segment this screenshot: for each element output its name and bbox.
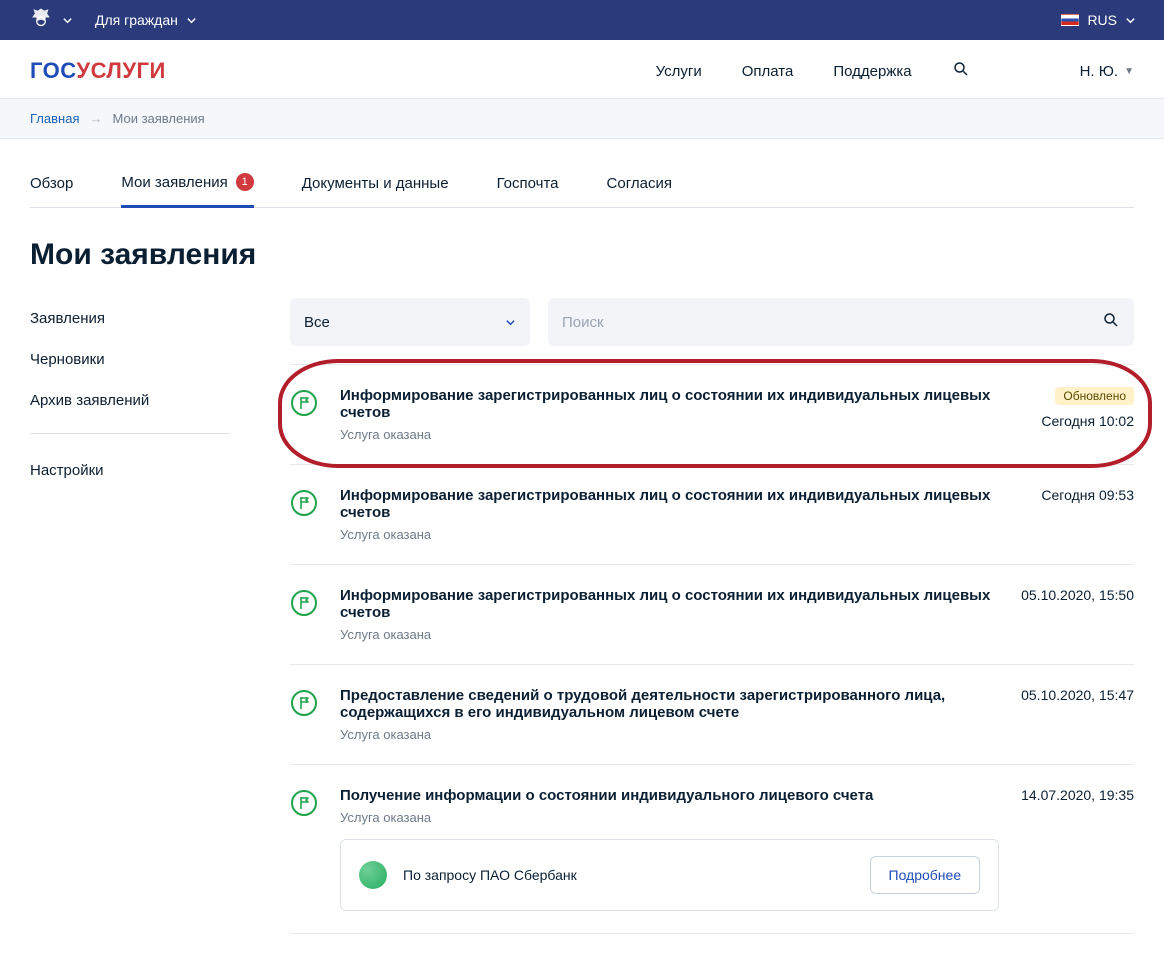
tabs: Обзор Мои заявления 1 Документы и данные… — [30, 161, 1134, 208]
tab-applications[interactable]: Мои заявления 1 — [121, 161, 253, 208]
search-icon[interactable] — [952, 60, 970, 82]
row-time: 14.07.2020, 19:35 — [1021, 787, 1134, 803]
row-status: Услуга оказана — [340, 627, 999, 642]
tab-applications-badge: 1 — [236, 173, 254, 191]
logo[interactable]: ГОСУСЛУГИ — [30, 58, 166, 84]
audience-dropdown[interactable]: Для граждан — [95, 12, 197, 28]
row-status: Услуга оказана — [340, 727, 999, 742]
row-title: Получение информации о состоянии индивид… — [340, 787, 999, 804]
page-title: Мои заявления — [18, 238, 1146, 272]
sidebar-archive[interactable]: Архив заявлений — [30, 380, 230, 421]
sberbank-icon — [359, 861, 387, 889]
user-short-name: Н. Ю. — [1080, 63, 1119, 80]
row-title: Информирование зарегистрированных лиц о … — [340, 487, 1019, 521]
tab-gosmail[interactable]: Госпочта — [497, 161, 559, 207]
nav-support[interactable]: Поддержка — [833, 63, 911, 80]
sidebar-applications[interactable]: Заявления — [30, 298, 230, 339]
sidebar-drafts[interactable]: Черновики — [30, 339, 230, 380]
nav-services[interactable]: Услуги — [656, 63, 702, 80]
gov-emblem-menu[interactable] — [28, 6, 73, 35]
row-body: Предоставление сведений о трудовой деяте… — [340, 687, 999, 742]
row-time: Сегодня 10:02 — [1041, 413, 1134, 429]
row-title: Информирование зарегистрированных лиц о … — [340, 387, 1019, 421]
chevron-down-icon — [62, 15, 73, 26]
search-input[interactable] — [562, 314, 1102, 331]
site-header: ГОСУСЛУГИ Услуги Оплата Поддержка Н. Ю. … — [0, 40, 1164, 99]
row-body: Информирование зарегистрированных лиц о … — [340, 387, 1019, 442]
application-row[interactable]: Предоставление сведений о трудовой деяте… — [290, 665, 1134, 765]
search-box — [548, 298, 1134, 346]
status-flag-icon — [290, 689, 318, 717]
row-meta: 05.10.2020, 15:50 — [1021, 587, 1134, 642]
chevron-down-icon — [186, 15, 197, 26]
emblem-icon — [28, 6, 54, 35]
breadcrumb-current: Мои заявления — [112, 111, 204, 126]
application-row[interactable]: Информирование зарегистрированных лиц о … — [290, 565, 1134, 665]
tab-documents-label: Документы и данные — [302, 175, 449, 192]
breadcrumb-arrow-icon: → — [89, 111, 102, 126]
search-icon[interactable] — [1102, 311, 1120, 334]
applications-list: Информирование зарегистрированных лиц о … — [290, 364, 1134, 934]
status-flag-icon — [290, 389, 318, 417]
breadcrumb-home[interactable]: Главная — [30, 111, 79, 126]
status-flag-icon — [290, 789, 318, 817]
row-body: Информирование зарегистрированных лиц о … — [340, 487, 1019, 542]
language-dropdown[interactable]: RUS — [1061, 12, 1136, 28]
chevron-down-icon — [1125, 15, 1136, 26]
row-title: Информирование зарегистрированных лиц о … — [340, 587, 999, 621]
row-meta: Сегодня 09:53 — [1041, 487, 1134, 542]
breadcrumb: Главная → Мои заявления — [18, 99, 1146, 138]
request-text: По запросу ПАО Сбербанк — [403, 867, 854, 883]
language-label: RUS — [1087, 12, 1117, 28]
flag-ru-icon — [1061, 14, 1079, 26]
row-meta: 05.10.2020, 15:47 — [1021, 687, 1134, 742]
caret-down-icon: ▼ — [1124, 66, 1134, 77]
tab-applications-label: Мои заявления — [121, 174, 227, 191]
sidebar-separator — [30, 433, 230, 434]
main-content: Все Информирование зарегистрированных ли… — [290, 298, 1134, 934]
tab-overview[interactable]: Обзор — [30, 161, 73, 207]
sidebar-settings[interactable]: Настройки — [30, 450, 230, 491]
row-time: Сегодня 09:53 — [1041, 487, 1134, 503]
tab-consents-label: Согласия — [607, 175, 672, 192]
more-button[interactable]: Подробнее — [870, 856, 981, 894]
chevron-down-icon — [505, 317, 516, 328]
sidebar: Заявления Черновики Архив заявлений Наст… — [30, 298, 230, 491]
row-time: 05.10.2020, 15:50 — [1021, 587, 1134, 603]
tab-gosmail-label: Госпочта — [497, 175, 559, 192]
audience-label: Для граждан — [95, 12, 178, 28]
gov-top-bar: Для граждан RUS — [0, 0, 1164, 40]
updated-pill: Обновлено — [1055, 387, 1134, 405]
row-status: Услуга оказана — [340, 427, 1019, 442]
user-menu[interactable]: Н. Ю. ▼ — [1080, 63, 1134, 80]
row-status: Услуга оказана — [340, 527, 1019, 542]
tab-consents[interactable]: Согласия — [607, 161, 672, 207]
row-body: Получение информации о состоянии индивид… — [340, 787, 999, 911]
status-flag-icon — [290, 489, 318, 517]
filter-select[interactable]: Все — [290, 298, 530, 346]
nav-payment[interactable]: Оплата — [742, 63, 794, 80]
row-title: Предоставление сведений о трудовой деяте… — [340, 687, 999, 721]
row-body: Информирование зарегистрированных лиц о … — [340, 587, 999, 642]
application-row[interactable]: Информирование зарегистрированных лиц о … — [290, 365, 1134, 465]
request-card: По запросу ПАО Сбербанк Подробнее — [340, 839, 999, 911]
breadcrumb-bar: Главная → Мои заявления — [0, 99, 1164, 139]
row-meta: Обновлено Сегодня 10:02 — [1041, 387, 1134, 442]
tab-overview-label: Обзор — [30, 175, 73, 192]
row-time: 05.10.2020, 15:47 — [1021, 687, 1134, 703]
application-row[interactable]: Получение информации о состоянии индивид… — [290, 765, 1134, 934]
row-status: Услуга оказана — [340, 810, 999, 825]
filter-select-value: Все — [304, 314, 330, 331]
tab-documents[interactable]: Документы и данные — [302, 161, 449, 207]
status-flag-icon — [290, 589, 318, 617]
application-row[interactable]: Информирование зарегистрированных лиц о … — [290, 465, 1134, 565]
row-meta: 14.07.2020, 19:35 — [1021, 787, 1134, 911]
